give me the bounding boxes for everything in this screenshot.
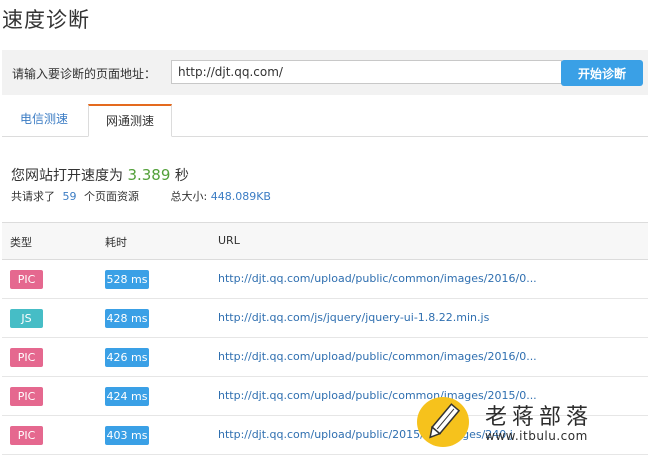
- type-badge: PIC: [10, 270, 43, 289]
- table-row: PIC 426 ms http://djt.qq.com/upload/public…: [2, 338, 648, 377]
- type-badge: PIC: [10, 426, 43, 445]
- watermark: 老蒋部落 www.itbulu.com: [417, 395, 647, 449]
- table-row: JS 428 ms http://djt.qq.com/js/jquery/jque…: [2, 299, 648, 338]
- type-badge: JS: [10, 309, 43, 328]
- time-badge: 426 ms: [105, 348, 149, 367]
- resource-url-link[interactable]: http://djt.qq.com/upload/public/common/i…: [218, 272, 537, 285]
- resource-url-link[interactable]: http://djt.qq.com/js/jquery/jquery-ui-1.…: [218, 311, 489, 324]
- speed-unit: 秒: [174, 168, 189, 184]
- table-row: PIC 528 ms http://djt.qq.com/upload/public…: [2, 260, 648, 299]
- tab-unicom[interactable]: 网通测速: [88, 104, 172, 137]
- type-badge: PIC: [10, 387, 43, 406]
- tab-telecom[interactable]: 电信测速: [4, 104, 84, 135]
- header-url: URL: [218, 234, 240, 247]
- page-title: 速度诊断: [2, 8, 90, 32]
- header-time: 耗时: [105, 236, 127, 249]
- start-diagnosis-button[interactable]: 开始诊断: [561, 60, 643, 86]
- size-value: 448.089KB: [210, 190, 271, 203]
- speed-prefix: 您网站打开速度为: [11, 168, 123, 184]
- url-input[interactable]: [171, 60, 562, 84]
- type-badge: PIC: [10, 348, 43, 367]
- url-bar: 请输入要诊断的页面地址： 开始诊断: [2, 50, 648, 95]
- header-type: 类型: [10, 236, 32, 249]
- watermark-title: 老蒋部落: [485, 405, 594, 430]
- time-badge: 428 ms: [105, 309, 149, 328]
- url-label: 请输入要诊断的页面地址：: [12, 67, 157, 81]
- time-badge: 528 ms: [105, 270, 149, 289]
- tab-bar: 电信测速 网通测速: [2, 104, 648, 137]
- speed-value: 3.389: [127, 166, 171, 184]
- request-count: 59: [62, 190, 77, 203]
- watermark-url: www.itbulu.com: [485, 429, 588, 443]
- pencil-icon: [417, 397, 469, 447]
- request-summary: 共请求了 59 个页面资源 总大小: 448.089KB: [11, 188, 271, 204]
- resource-url-link[interactable]: http://djt.qq.com/upload/public/common/i…: [218, 350, 537, 363]
- time-badge: 403 ms: [105, 426, 149, 445]
- table-header: 类型 耗时 URL: [2, 223, 648, 260]
- request-prefix: 共请求了: [11, 190, 55, 203]
- time-badge: 424 ms: [105, 387, 149, 406]
- request-suffix: 个页面资源: [84, 190, 139, 203]
- size-label: 总大小:: [170, 190, 208, 203]
- speed-summary: 您网站打开速度为 3.389 秒: [11, 165, 189, 185]
